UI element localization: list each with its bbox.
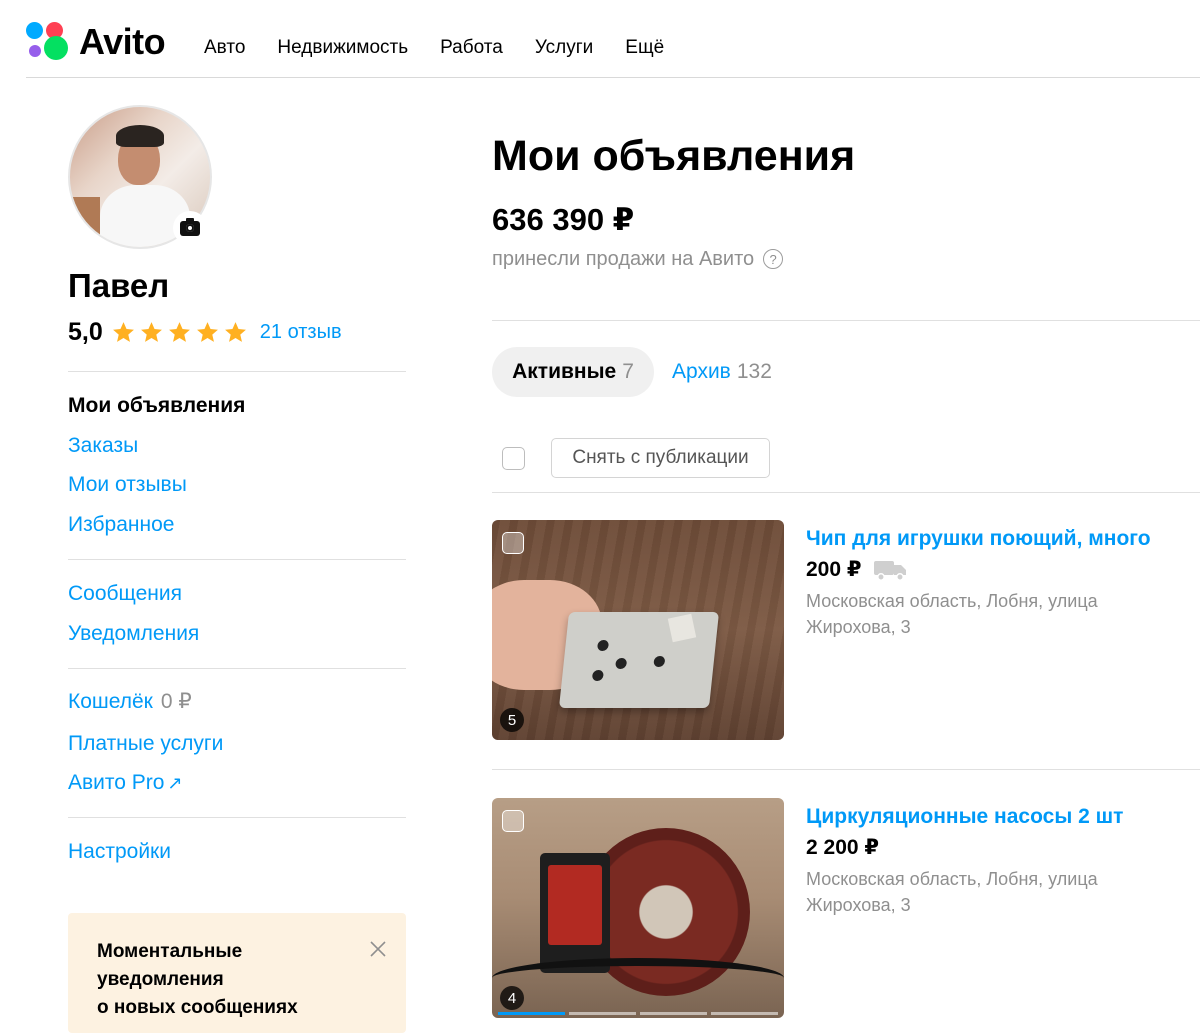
nav-item-more[interactable]: Ещё bbox=[625, 36, 664, 60]
listing-checkbox[interactable] bbox=[502, 532, 524, 554]
listing-price-row: 2 200 ₽ bbox=[806, 834, 879, 862]
listing-photo[interactable]: 4 bbox=[492, 798, 784, 1018]
star-icon bbox=[224, 321, 246, 342]
sidebar-item-notifications[interactable]: Уведомления bbox=[68, 620, 199, 648]
earned-caption: принесли продажи на Авито ? bbox=[492, 245, 784, 273]
listing-address: Московская область, Лобня, улица Жирохов… bbox=[806, 869, 1098, 915]
external-link-icon: ↗ bbox=[167, 773, 183, 793]
listing-price: 2 200 ₽ bbox=[806, 836, 879, 859]
avito-logo[interactable]: Avito bbox=[26, 20, 166, 64]
close-icon[interactable] bbox=[368, 939, 388, 959]
listing-title[interactable]: Циркуляционные насосы 2 шт bbox=[806, 803, 1123, 831]
sidebar-item-favorites[interactable]: Избранное bbox=[68, 511, 174, 539]
listing-checkbox[interactable] bbox=[502, 810, 524, 832]
avito-pro-label: Авито Pro bbox=[68, 771, 165, 794]
rating-value: 5,0 bbox=[68, 317, 103, 346]
sidebar-divider bbox=[68, 371, 406, 372]
star-icon bbox=[112, 321, 134, 342]
sidebar-item-settings[interactable]: Настройки bbox=[68, 838, 171, 866]
rating-stars bbox=[111, 320, 248, 345]
wallet-balance: 0 ₽ bbox=[160, 690, 192, 713]
main-divider bbox=[492, 769, 1200, 770]
user-name: Павел bbox=[68, 267, 170, 304]
listing-photo[interactable]: 5 bbox=[492, 520, 784, 740]
tab-active[interactable]: Активные 7 bbox=[492, 347, 654, 397]
sidebar-item-my-reviews[interactable]: Мои отзывы bbox=[68, 471, 187, 499]
sidebar-item-avito-pro[interactable]: Авито Pro ↗ bbox=[68, 769, 183, 797]
main-divider bbox=[492, 492, 1200, 493]
notifications-promo: Моментальные уведомления о новых сообщен… bbox=[68, 913, 406, 1033]
change-photo-button[interactable] bbox=[173, 211, 207, 245]
sidebar-item-orders[interactable]: Заказы bbox=[68, 432, 138, 460]
page-title: Мои объявления bbox=[492, 132, 856, 180]
tab-count: 132 bbox=[736, 360, 772, 383]
photo-count-badge: 4 bbox=[500, 986, 524, 1010]
listing-address: Московская область, Лобня, улица Жирохов… bbox=[806, 591, 1098, 637]
listing-price-row: 200 ₽ bbox=[806, 556, 907, 584]
listing-card: 5 Чип для игрушки поющий, много 200 ₽ Мо… bbox=[492, 520, 1200, 740]
sidebar-divider bbox=[68, 559, 406, 560]
listing-card: 4 Циркуляционные насосы 2 шт 2 200 ₽ Мос… bbox=[492, 798, 1200, 1018]
delivery-truck-icon bbox=[874, 561, 907, 581]
photo-carousel-indicator bbox=[498, 1012, 778, 1015]
sidebar-item-my-ads[interactable]: Мои объявления bbox=[68, 392, 245, 420]
tab-count: 7 bbox=[622, 360, 634, 383]
logo-text: Avito bbox=[79, 21, 166, 62]
star-icon bbox=[140, 321, 162, 342]
rating-row: 5,0 21 отзыв bbox=[68, 316, 342, 348]
star-icon bbox=[196, 321, 218, 342]
sidebar-item-paid-services[interactable]: Платные услуги bbox=[68, 730, 223, 758]
star-icon bbox=[168, 321, 190, 342]
sidebar-divider bbox=[68, 817, 406, 818]
tab-label: Архив bbox=[672, 360, 731, 383]
select-all-checkbox[interactable] bbox=[502, 447, 525, 470]
reviews-link[interactable]: 21 отзыв bbox=[260, 321, 342, 344]
sidebar-item-messages[interactable]: Сообщения bbox=[68, 580, 182, 608]
promo-text: Моментальные уведомления о новых сообщен… bbox=[97, 941, 298, 1018]
photo-count-badge: 5 bbox=[500, 708, 524, 732]
tab-label: Активные bbox=[512, 360, 617, 383]
wallet-label: Кошелёк bbox=[68, 690, 153, 713]
logo-dots-icon bbox=[26, 20, 70, 64]
unpublish-button[interactable]: Снять с публикации bbox=[551, 438, 770, 478]
tab-archive[interactable]: Архив 132 bbox=[672, 347, 772, 397]
nav-item-jobs[interactable]: Работа bbox=[440, 36, 503, 60]
nav-item-services[interactable]: Услуги bbox=[535, 36, 593, 60]
sidebar-divider bbox=[68, 668, 406, 669]
top-header: Avito Авто Недвижимость Работа Услуги Ещ… bbox=[26, 0, 1200, 78]
nav-item-realty[interactable]: Недвижимость bbox=[277, 36, 408, 60]
earned-amount: 636 390 ₽ bbox=[492, 202, 635, 237]
camera-icon bbox=[180, 217, 200, 236]
main-divider bbox=[492, 320, 1200, 321]
main-nav: Авто Недвижимость Работа Услуги Ещё bbox=[204, 36, 696, 60]
listing-price: 200 ₽ bbox=[806, 558, 862, 581]
earned-caption-text: принесли продажи на Авито bbox=[492, 248, 755, 270]
listing-title[interactable]: Чип для игрушки поющий, много bbox=[806, 525, 1151, 553]
help-icon[interactable]: ? bbox=[763, 249, 784, 269]
nav-item-auto[interactable]: Авто bbox=[204, 36, 245, 60]
sidebar-item-wallet[interactable]: Кошелёк 0 ₽ bbox=[68, 688, 192, 716]
